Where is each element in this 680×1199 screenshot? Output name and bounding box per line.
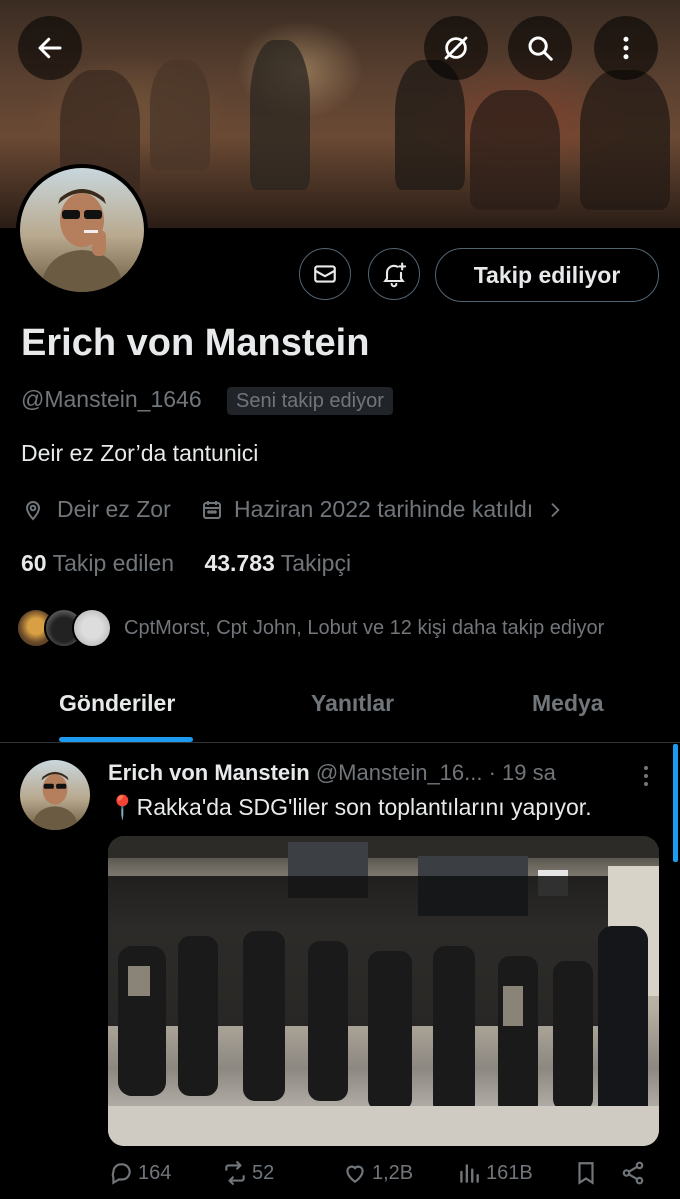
repost-button[interactable]: 52	[222, 1160, 274, 1186]
bell-plus-icon	[383, 262, 407, 288]
followers-label: Takipçi	[280, 550, 352, 576]
views-button[interactable]: 161B	[456, 1160, 533, 1186]
reply-count: 164	[138, 1161, 172, 1184]
post-author-handle-time[interactable]: @Manstein_16... · 19 sa	[316, 760, 556, 785]
chevron-right-icon	[551, 502, 560, 517]
profile-joined[interactable]: Haziran 2022 tarihinde katıldı	[200, 496, 565, 523]
back-button[interactable]	[18, 16, 82, 80]
search-icon	[528, 36, 553, 61]
followers-count: 43.783	[204, 550, 275, 576]
avatar-portrait	[40, 189, 124, 292]
post-image[interactable]	[108, 836, 659, 1146]
bookmark-button[interactable]	[573, 1160, 603, 1186]
grok-button[interactable]	[424, 16, 488, 80]
heart-icon	[346, 1165, 364, 1183]
location-pin-emoji: 📍	[108, 794, 137, 820]
profile-bio: Deir ez Zor’da tantunici	[21, 440, 259, 466]
grok-icon	[444, 36, 468, 60]
location-text: Deir ez Zor	[57, 496, 171, 522]
following-button[interactable]: Takip ediliyor	[435, 248, 659, 302]
repost-icon	[225, 1161, 245, 1185]
scrollbar[interactable]	[673, 744, 678, 862]
tab-replies[interactable]: Yanıtlar	[311, 690, 394, 717]
following-label: Takip edilen	[52, 550, 175, 576]
share-icon	[622, 1161, 644, 1185]
post-photo	[108, 836, 659, 1146]
following-count: 60	[21, 550, 47, 576]
avatar-portrait	[31, 771, 79, 830]
post-text-body: Rakka'da SDG'liler son toplantılarını ya…	[136, 794, 592, 820]
search-button[interactable]	[508, 16, 572, 80]
views-icon	[460, 1164, 479, 1183]
post-header: Erich von Manstein @Manstein_16... · 19 …	[108, 760, 556, 786]
followed-by[interactable]: CptMorst, Cpt John, Lobut ve 12 kişi dah…	[16, 608, 604, 648]
post-text: 📍Rakka'da SDG'liler son toplantılarını y…	[108, 794, 592, 821]
message-button[interactable]	[299, 248, 351, 300]
tab-posts[interactable]: Gönderiler	[59, 690, 175, 717]
post-author-name[interactable]: Erich von Manstein	[108, 760, 310, 785]
reply-button[interactable]: 164	[108, 1160, 171, 1186]
profile-stats: 60 Takip edilen 43.783 Takipçi	[21, 550, 351, 577]
calendar-icon	[203, 500, 221, 519]
profile-tabs: Gönderiler Yanıtlar Medya	[0, 672, 680, 743]
following-link[interactable]: 60 Takip edilen	[21, 550, 174, 576]
profile-location: Deir ez Zor	[21, 496, 171, 523]
share-button[interactable]	[620, 1160, 650, 1186]
profile-handle: @Manstein_1646	[21, 386, 202, 412]
follower-avatar	[72, 608, 112, 648]
repost-count: 52	[252, 1161, 275, 1184]
profile-avatar[interactable]	[16, 164, 148, 296]
more-button[interactable]	[594, 16, 658, 80]
arrow-left-icon	[38, 37, 62, 59]
followed-by-text: CptMorst, Cpt John, Lobut ve 12 kişi dah…	[124, 616, 605, 639]
location-pin-icon	[25, 500, 41, 520]
active-tab-indicator	[59, 737, 193, 742]
post-more-icon[interactable]	[636, 764, 656, 788]
joined-text: Haziran 2022 tarihinde katıldı	[234, 496, 534, 522]
like-count: 1,2B	[372, 1161, 414, 1184]
more-vertical-icon	[623, 36, 629, 60]
profile-name: Erich von Manstein	[21, 322, 370, 364]
bookmark-icon	[578, 1162, 594, 1185]
envelope-icon	[314, 265, 336, 283]
follows-you-badge: Seni takip ediyor	[227, 387, 393, 415]
reply-icon	[111, 1163, 131, 1185]
followers-link[interactable]: 43.783 Takipçi	[204, 550, 351, 576]
post-author-avatar[interactable]	[20, 760, 90, 830]
notify-button[interactable]	[368, 248, 420, 300]
like-button[interactable]: 1,2B	[342, 1160, 413, 1186]
views-count: 161B	[486, 1161, 533, 1184]
tab-media[interactable]: Medya	[532, 690, 604, 717]
